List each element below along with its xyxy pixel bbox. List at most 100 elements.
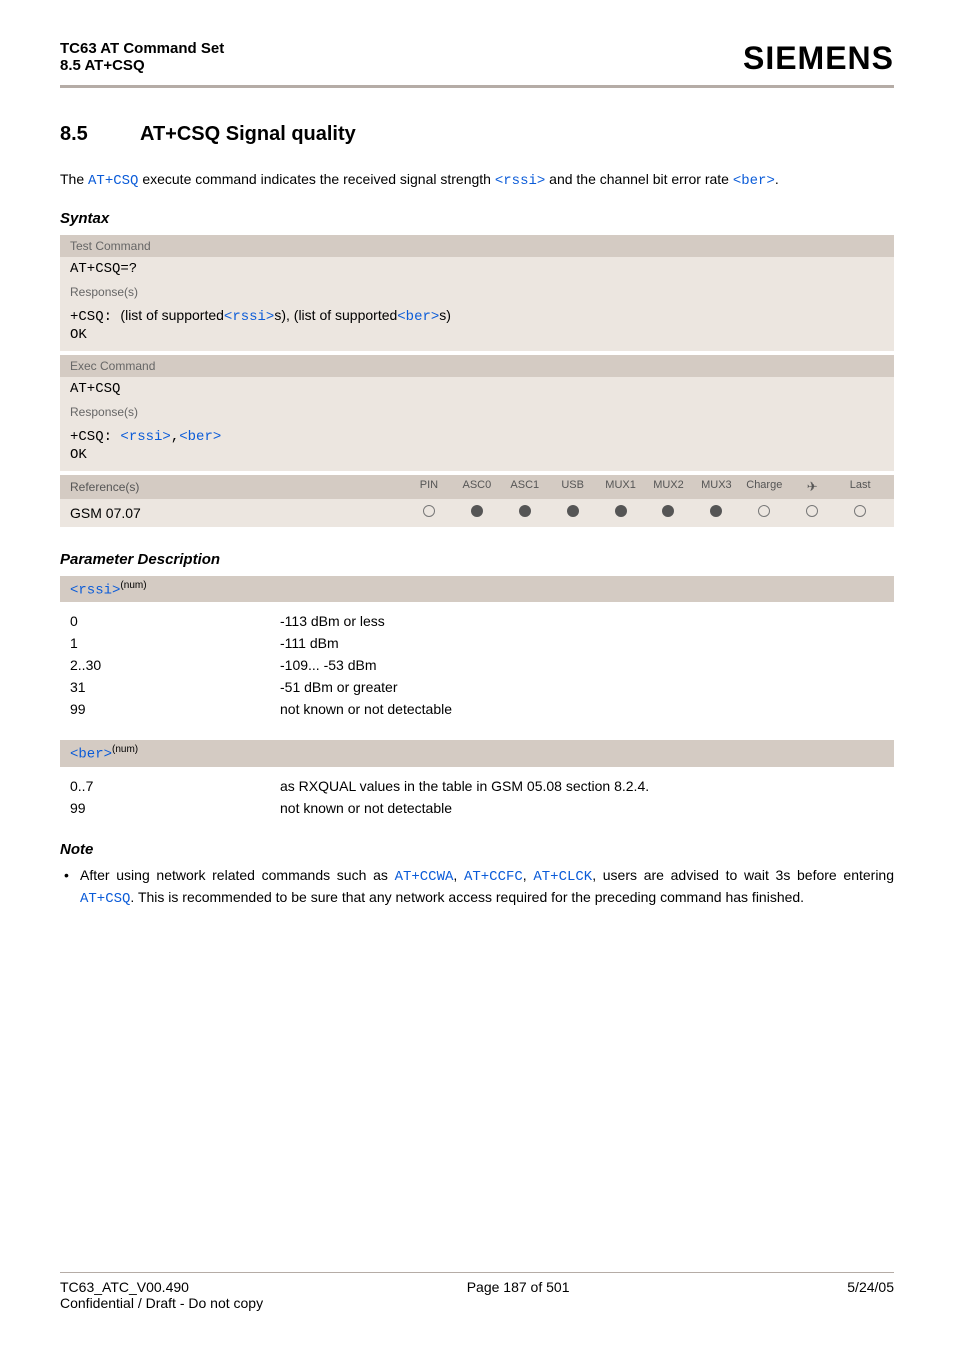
note-s1: , — [453, 867, 464, 883]
ber-row-0: 0..7as RXQUAL values in the table in GSM… — [70, 775, 884, 797]
rssi-link[interactable]: <rssi> — [495, 173, 545, 189]
footer-rule — [60, 1272, 894, 1273]
rssi-desc-2: -109... -53 dBm — [280, 657, 884, 673]
ber-param-table: 0..7as RXQUAL values in the table in GSM… — [60, 767, 894, 835]
test-command-response: +CSQ: (list of supported<rssi>s), (list … — [60, 303, 894, 351]
circle-filled-icon — [615, 505, 627, 517]
section-title: AT+CSQ Signal quality — [140, 123, 356, 145]
reference-states — [405, 505, 884, 520]
rssi-row-2: 2..30-109... -53 dBm — [70, 654, 884, 676]
reference-data-row: GSM 07.07 — [60, 499, 894, 527]
rssi-param-table: 0-113 dBm or less 1-111 dBm 2..30-109...… — [60, 602, 894, 736]
ber-link-3[interactable]: <ber> — [179, 429, 221, 445]
test-command-label: Test Command — [60, 235, 894, 257]
col-mux3: MUX3 — [692, 479, 740, 495]
rssi-param-header: <rssi>(num) — [60, 576, 894, 603]
col-usb: USB — [549, 479, 597, 495]
footer-center: Page 187 of 501 — [467, 1279, 570, 1295]
note-item: After using network related commands suc… — [60, 866, 894, 909]
atccfc-link[interactable]: AT+CCFC — [464, 869, 523, 885]
ber-param-header: <ber>(num) — [60, 740, 894, 767]
circle-open-icon — [423, 505, 435, 517]
rssi-desc-4: not known or not detectable — [280, 701, 884, 717]
intro-text-mid2: and the channel bit error rate — [545, 171, 733, 187]
siemens-logo: SIEMENS — [743, 40, 894, 77]
rssi-val-1: 1 — [70, 635, 280, 651]
param-desc-heading: Parameter Description — [60, 551, 894, 568]
atcsq-link-2[interactable]: AT+CSQ — [80, 891, 130, 907]
reference-header-row: Reference(s) PIN ASC0 ASC1 USB MUX1 MUX2… — [60, 475, 894, 499]
test-resp-ok: OK — [70, 327, 87, 343]
rssi-link-3[interactable]: <rssi> — [120, 429, 170, 445]
circle-open-icon — [758, 505, 770, 517]
intro-paragraph: The AT+CSQ execute command indicates the… — [60, 170, 894, 192]
note-section: Note After using network related command… — [60, 841, 894, 909]
exec-resp-ok: OK — [70, 447, 87, 463]
state-asc1 — [501, 505, 549, 520]
doc-title: TC63 AT Command Set — [60, 40, 224, 57]
reference-columns: PIN ASC0 ASC1 USB MUX1 MUX2 MUX3 Charge … — [405, 479, 884, 495]
rssi-link-2[interactable]: <rssi> — [224, 309, 274, 325]
atccwa-link[interactable]: AT+CCWA — [395, 869, 454, 885]
col-airplane: ✈ — [788, 479, 836, 495]
syntax-heading: Syntax — [60, 210, 894, 227]
rssi-val-0: 0 — [70, 613, 280, 629]
header-rule — [60, 85, 894, 88]
note-heading: Note — [60, 841, 894, 858]
ber-desc-1: not known or not detectable — [280, 800, 884, 816]
test-resp-text1: (list of supported — [120, 307, 224, 323]
exec-resp-prefix: +CSQ: — [70, 429, 120, 445]
exec-command-resp-label: Response(s) — [60, 401, 894, 423]
footer-right: 5/24/05 — [847, 1279, 894, 1295]
state-mux3 — [692, 505, 740, 520]
col-pin: PIN — [405, 479, 453, 495]
test-command-resp-label: Response(s) — [60, 281, 894, 303]
exec-command-response: +CSQ: <rssi>,<ber> OK — [60, 423, 894, 471]
reference-table: Reference(s) PIN ASC0 ASC1 USB MUX1 MUX2… — [60, 475, 894, 527]
state-usb — [549, 505, 597, 520]
state-mux2 — [645, 505, 693, 520]
ber-val-0: 0..7 — [70, 778, 280, 794]
rssi-param-sup: (num) — [120, 580, 146, 591]
col-asc1: ASC1 — [501, 479, 549, 495]
section-number: 8.5 — [60, 123, 140, 146]
exec-command-cmd: AT+CSQ — [60, 377, 894, 401]
state-airplane — [788, 505, 836, 520]
rssi-param-section: <rssi>(num) 0-113 dBm or less 1-111 dBm … — [60, 576, 894, 737]
ber-desc-0: as RXQUAL values in the table in GSM 05.… — [280, 778, 884, 794]
circle-open-icon — [854, 505, 866, 517]
col-mux2: MUX2 — [645, 479, 693, 495]
atclck-link[interactable]: AT+CLCK — [533, 869, 592, 885]
ber-param-name: <ber> — [70, 747, 112, 763]
circle-filled-icon — [471, 505, 483, 517]
ber-param-sup: (num) — [112, 744, 138, 755]
atcsq-link[interactable]: AT+CSQ — [88, 173, 138, 189]
test-resp-text3: s) — [439, 307, 451, 323]
header-left: TC63 AT Command Set 8.5 AT+CSQ — [60, 40, 224, 74]
circle-filled-icon — [567, 505, 579, 517]
test-resp-text2: s), (list of supported — [274, 307, 397, 323]
rssi-row-3: 31-51 dBm or greater — [70, 676, 884, 698]
col-mux1: MUX1 — [597, 479, 645, 495]
test-command-cmd: AT+CSQ=? — [60, 257, 894, 281]
col-last: Last — [836, 479, 884, 495]
note-mid: , users are advised to wait 3s before en… — [592, 867, 894, 883]
rssi-param-name: <rssi> — [70, 582, 120, 598]
state-last — [836, 505, 884, 520]
state-asc0 — [453, 505, 501, 520]
ber-param-section: <ber>(num) 0..7as RXQUAL values in the t… — [60, 740, 894, 835]
reference-value: GSM 07.07 — [70, 505, 405, 521]
state-charge — [740, 505, 788, 520]
ber-link[interactable]: <ber> — [733, 173, 775, 189]
rssi-row-0: 0-113 dBm or less — [70, 610, 884, 632]
reference-label: Reference(s) — [70, 480, 405, 494]
exec-command-label: Exec Command — [60, 355, 894, 377]
note-prefix: After using network related commands suc… — [80, 867, 395, 883]
section-heading: 8.5AT+CSQ Signal quality — [60, 123, 894, 146]
doc-subtitle: 8.5 AT+CSQ — [60, 57, 224, 74]
ber-link-2[interactable]: <ber> — [397, 309, 439, 325]
intro-text-mid1: execute command indicates the received s… — [138, 171, 494, 187]
rssi-desc-0: -113 dBm or less — [280, 613, 884, 629]
rssi-row-1: 1-111 dBm — [70, 632, 884, 654]
intro-text-suffix: . — [775, 171, 779, 187]
